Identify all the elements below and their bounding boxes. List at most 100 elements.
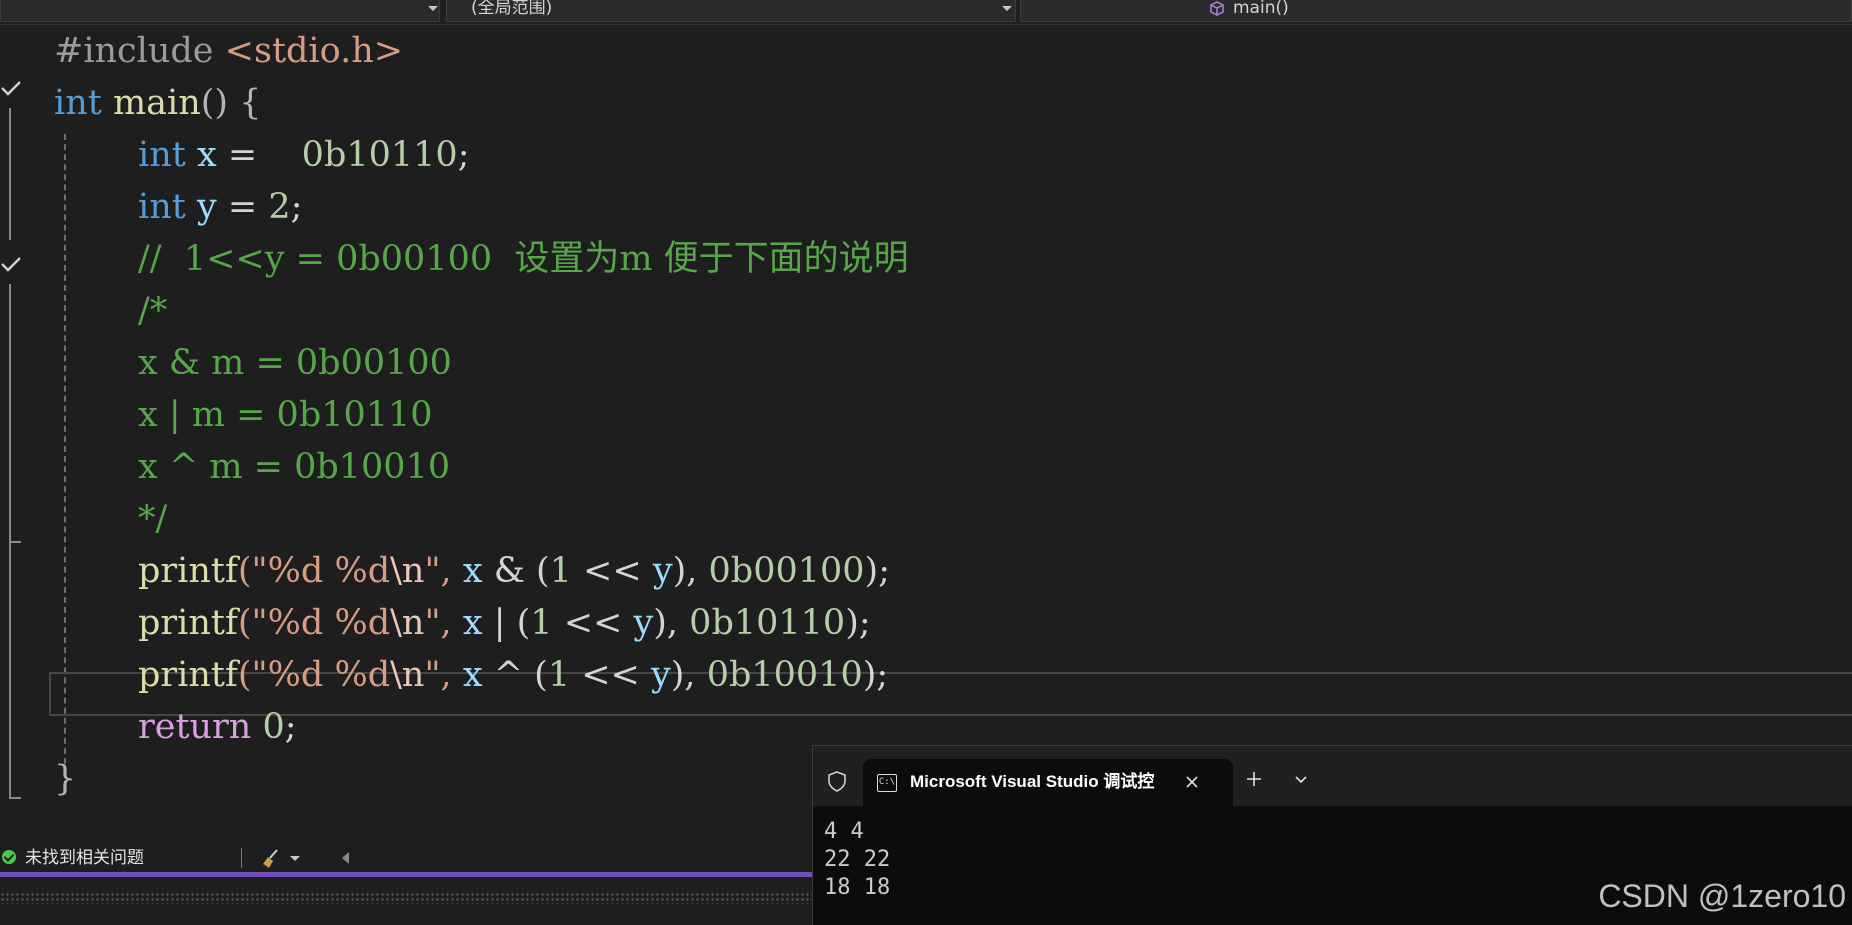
- terminal-titlebar[interactable]: C:\ Microsoft Visual Studio 调试控: [813, 746, 1852, 806]
- code-line[interactable]: int main() {: [54, 77, 261, 129]
- check-icon[interactable]: [0, 256, 22, 272]
- code-line[interactable]: // 1<<y = 0b00100 设置为m 便于下面的说明: [138, 233, 909, 285]
- number-literal: 0b10110: [689, 603, 846, 643]
- variable: y: [633, 603, 654, 643]
- member-dropdown[interactable]: [1020, 0, 1852, 22]
- code-line[interactable]: x & m = 0b00100: [138, 337, 452, 389]
- string-literal: %d %d: [267, 655, 391, 695]
- punctuation: ),: [653, 603, 679, 643]
- variable: x: [462, 603, 483, 643]
- function-name: printf: [138, 603, 238, 643]
- operator: =: [216, 135, 269, 175]
- function-name: printf: [138, 551, 238, 591]
- chevron-down-icon[interactable]: [290, 856, 300, 861]
- plus-icon[interactable]: [1246, 771, 1262, 787]
- keyword: return: [138, 707, 252, 747]
- string-literal: (": [237, 551, 268, 591]
- keyword: int: [138, 187, 186, 227]
- output-line: 22 22: [824, 847, 891, 872]
- code-line[interactable]: int x = 0b10110;: [138, 129, 469, 181]
- code-line[interactable]: #include <stdio.h>: [54, 25, 403, 77]
- project-dropdown[interactable]: [0, 0, 440, 22]
- escape-sequence: \n: [390, 551, 425, 591]
- number-literal: 1: [530, 603, 553, 643]
- chevron-down-icon[interactable]: [1294, 775, 1308, 785]
- string-literal: %d %d: [267, 603, 391, 643]
- terminal-tab[interactable]: C:\ Microsoft Visual Studio 调试控: [863, 759, 1233, 806]
- code-line[interactable]: */: [138, 493, 167, 545]
- code-line[interactable]: return 0;: [138, 701, 297, 753]
- number-literal: 0b10110: [301, 135, 458, 175]
- scope-label: (全局范围): [471, 0, 553, 18]
- preprocessor-directive: #include: [54, 31, 214, 71]
- operator: <<: [552, 603, 634, 643]
- operator: <<: [570, 655, 651, 695]
- issues-status[interactable]: 未找到相关问题: [25, 844, 144, 872]
- member-label: main(): [1233, 0, 1289, 18]
- code-line[interactable]: printf("%d %d\n", x | (1 << y), 0b10110)…: [138, 597, 871, 649]
- escape-sequence: \n: [390, 655, 425, 695]
- block-comment: */: [138, 499, 168, 539]
- terminal-window[interactable]: C:\ Microsoft Visual Studio 调试控 4 4 22 22…: [812, 745, 1852, 925]
- keyword: int: [138, 135, 186, 175]
- escape-sequence: \n: [390, 603, 425, 643]
- variable: y: [652, 551, 673, 591]
- terminal-tab-title: Microsoft Visual Studio 调试控: [910, 772, 1155, 791]
- operator: |: [482, 603, 517, 643]
- include-file: <stdio.h>: [224, 31, 404, 71]
- operator: <<: [571, 551, 653, 591]
- shield-icon[interactable]: [827, 770, 847, 792]
- punctuation: ;: [284, 707, 297, 747]
- operator: =: [216, 187, 269, 227]
- keyword: int: [54, 83, 102, 123]
- scroll-left-icon[interactable]: [342, 852, 349, 864]
- punctuation: ),: [672, 551, 698, 591]
- outline-line-end: [9, 541, 21, 543]
- punctuation: );: [862, 655, 889, 695]
- code-line[interactable]: x | m = 0b10110: [138, 389, 433, 441]
- block-comment: x | m = 0b10110: [138, 395, 433, 435]
- line-comment: // 1<<y = 0b00100 设置为m 便于下面的说明: [138, 239, 909, 279]
- check-icon[interactable]: [0, 80, 22, 96]
- variable: x: [462, 655, 483, 695]
- punctuation: ),: [670, 655, 696, 695]
- status-accent-bar: [0, 872, 820, 877]
- punctuation: (: [534, 655, 548, 695]
- string-literal: ",: [424, 603, 452, 643]
- number-literal: 1: [547, 655, 571, 695]
- variable: y: [651, 655, 671, 695]
- chevron-down-icon[interactable]: [428, 6, 438, 11]
- navigation-bar: (全局范围) main(): [0, 0, 1852, 25]
- broom-icon[interactable]: [260, 848, 282, 870]
- operator: &: [482, 551, 536, 591]
- number-literal: 0: [262, 707, 285, 747]
- function-name: printf: [138, 655, 238, 695]
- code-line[interactable]: /*: [138, 285, 167, 337]
- code-line[interactable]: int y = 2;: [138, 181, 302, 233]
- splitter-grip[interactable]: [0, 892, 820, 904]
- punctuation: ;: [290, 187, 303, 227]
- code-line[interactable]: printf("%d %d\n", x ^ (1 << y), 0b10010)…: [138, 649, 888, 701]
- punctuation: }: [54, 759, 77, 799]
- variable: y: [196, 187, 217, 227]
- punctuation: () {: [200, 83, 262, 123]
- code-line[interactable]: }: [54, 753, 76, 805]
- check-circle-icon: [2, 850, 16, 864]
- chevron-down-icon[interactable]: [1002, 6, 1012, 11]
- string-literal: (": [237, 603, 268, 643]
- bottom-scroll-area: [0, 872, 820, 925]
- editor-status-bar: 未找到相关问题: [0, 844, 820, 872]
- cmd-icon: C:\: [877, 774, 897, 792]
- code-line[interactable]: printf("%d %d\n", x & (1 << y), 0b00100)…: [138, 545, 890, 597]
- scope-dropdown[interactable]: (全局范围): [446, 0, 1016, 22]
- code-editor[interactable]: #include <stdio.h> int main() { int x = …: [0, 24, 1852, 814]
- number-literal: 1: [549, 551, 572, 591]
- output-line: 18 18: [824, 875, 891, 900]
- string-literal: (": [237, 655, 268, 695]
- code-line[interactable]: x ^ m = 0b10010: [138, 441, 450, 493]
- block-comment: x ^ m = 0b10010: [138, 447, 451, 487]
- punctuation: ;: [457, 135, 470, 175]
- separator: [241, 848, 242, 868]
- close-icon[interactable]: [1185, 775, 1199, 789]
- outline-line-end: [9, 797, 21, 799]
